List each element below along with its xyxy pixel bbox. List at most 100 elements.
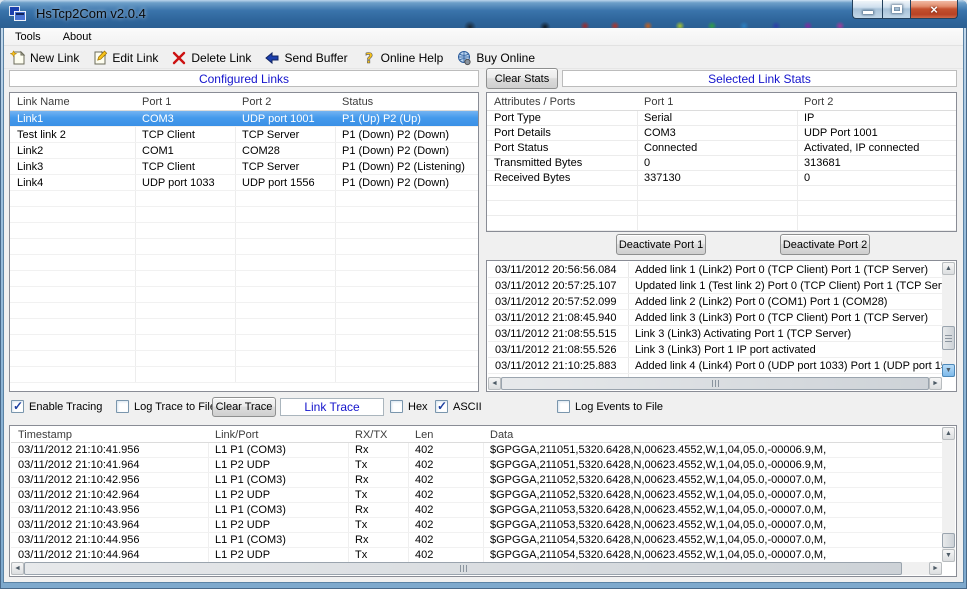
online-help-button[interactable]: ? Online Help	[361, 50, 444, 66]
column-header[interactable]: Link Name	[10, 96, 135, 108]
cell: 337130	[637, 172, 797, 184]
column-header[interactable]: Port 1	[637, 96, 797, 108]
menu-about[interactable]: About	[59, 30, 96, 44]
link-row[interactable]: Test link 2TCP ClientTCP ServerP1 (Down)…	[10, 127, 478, 143]
trace-row[interactable]: 03/11/2012 21:10:41.964L1 P2 UDPTx402$GP…	[11, 458, 942, 473]
link-row[interactable]: Link1COM3UDP port 1001P1 (Up) P2 (Up)	[10, 111, 478, 127]
event-row[interactable]: 03/11/2012 20:57:52.099Added link 2 (Lin…	[488, 294, 942, 310]
ascii-checkbox[interactable]	[435, 400, 448, 413]
column-header[interactable]: Len	[408, 429, 483, 441]
scroll-right-button[interactable]: ►	[929, 377, 942, 390]
column-header[interactable]: Timestamp	[11, 429, 208, 441]
menu-tools[interactable]: Tools	[11, 30, 45, 44]
cell: TCP Client	[135, 129, 235, 141]
cell: Serial	[637, 112, 797, 124]
scroll-thumb[interactable]	[942, 533, 955, 548]
trace-vertical-scrollbar[interactable]: ▲ ▼	[942, 427, 955, 562]
deactivate-port1-button[interactable]: Deactivate Port 1	[616, 234, 706, 255]
cell: Link1	[10, 113, 135, 125]
trace-row[interactable]: 03/11/2012 21:10:43.964L1 P2 UDPTx402$GP…	[11, 518, 942, 533]
cell: Rx	[348, 474, 408, 486]
log-events-checkbox[interactable]	[557, 400, 570, 413]
event-row[interactable]: 03/11/2012 21:10:25.883Added link 4 (Lin…	[488, 358, 942, 374]
event-row[interactable]: 03/11/2012 21:08:45.940Added link 3 (Lin…	[488, 310, 942, 326]
trace-row[interactable]: 03/11/2012 21:10:42.964L1 P2 UDPTx402$GP…	[11, 488, 942, 503]
selected-link-stats-header: Selected Link Stats	[562, 70, 957, 87]
cell: L1 P2 UDP	[208, 459, 348, 471]
scroll-thumb[interactable]	[942, 326, 955, 350]
column-header[interactable]: Port 1	[135, 96, 235, 108]
scroll-up-button[interactable]: ▲	[942, 262, 955, 275]
trace-horizontal-scrollbar[interactable]: ◄ ►	[11, 562, 942, 575]
close-button[interactable]: ×	[911, 0, 958, 19]
hex-checkbox[interactable]	[390, 400, 403, 413]
column-header[interactable]: Data	[483, 429, 942, 441]
stats-row[interactable]: Port StatusConnectedActivated, IP connec…	[487, 141, 956, 156]
scroll-up-button[interactable]: ▲	[942, 427, 955, 440]
ascii-option[interactable]: ASCII	[435, 400, 482, 413]
clear-trace-button[interactable]: Clear Trace	[212, 397, 276, 417]
trace-row[interactable]: 03/11/2012 21:10:44.956L1 P1 (COM3)Rx402…	[11, 533, 942, 548]
scroll-down-button[interactable]: ▼	[942, 364, 955, 377]
maximize-button[interactable]	[882, 0, 911, 19]
buy-online-button[interactable]: Buy Online	[456, 50, 535, 66]
log-trace-checkbox[interactable]	[116, 400, 129, 413]
scroll-thumb[interactable]	[501, 377, 929, 390]
enable-tracing-option[interactable]: Enable Tracing	[11, 400, 102, 413]
deactivate-port2-button[interactable]: Deactivate Port 2	[780, 234, 870, 255]
cell: 402	[408, 519, 483, 531]
scroll-down-button[interactable]: ▼	[942, 549, 955, 562]
stats-row[interactable]: Port TypeSerialIP	[487, 111, 956, 126]
column-header[interactable]: Status	[335, 96, 478, 108]
hex-option[interactable]: Hex	[390, 400, 428, 413]
title-bar[interactable]: HsTcp2Com v2.0.4 ×	[0, 0, 967, 28]
trace-row[interactable]: 03/11/2012 21:10:41.956L1 P1 (COM3)Rx402…	[11, 443, 942, 458]
scroll-thumb[interactable]	[24, 562, 902, 575]
column-header[interactable]: Link/Port	[208, 429, 348, 441]
edit-link-button[interactable]: Edit Link	[92, 50, 158, 66]
cell: L1 P2 UDP	[208, 519, 348, 531]
trace-row[interactable]: 03/11/2012 21:10:44.964L1 P2 UDPTx402$GP…	[11, 548, 942, 563]
new-link-button[interactable]: New Link	[10, 50, 79, 66]
cell: Port Status	[487, 142, 637, 154]
send-buffer-button[interactable]: Send Buffer	[264, 50, 347, 66]
event-log-horizontal-scrollbar[interactable]: ◄ ►	[488, 377, 942, 390]
cell: 03/11/2012 21:10:44.964	[11, 549, 208, 561]
maximize-icon	[892, 5, 902, 13]
minimize-button[interactable]	[852, 0, 882, 19]
scroll-left-button[interactable]: ◄	[488, 377, 501, 390]
event-row[interactable]: 03/11/2012 21:08:55.515Link 3 (Link3) Ac…	[488, 326, 942, 342]
cell: Rx	[348, 504, 408, 516]
cell: 0	[797, 172, 956, 184]
stats-row[interactable]: Transmitted Bytes0313681	[487, 156, 956, 171]
column-header[interactable]: Port 2	[797, 96, 956, 108]
cell: Tx	[348, 519, 408, 531]
enable-tracing-checkbox[interactable]	[11, 400, 24, 413]
cell: COM3	[135, 113, 235, 125]
event-row[interactable]: 03/11/2012 20:57:25.107Updated link 1 (T…	[488, 278, 942, 294]
log-trace-option[interactable]: Log Trace to File	[116, 400, 216, 413]
trace-row[interactable]: 03/11/2012 21:10:42.956L1 P1 (COM3)Rx402…	[11, 473, 942, 488]
column-header[interactable]: RX/TX	[348, 429, 408, 441]
cell: 03/11/2012 21:08:55.515	[488, 328, 628, 340]
event-row[interactable]: 03/11/2012 20:56:56.084Added link 1 (Lin…	[488, 262, 942, 278]
link-row[interactable]: Link2COM1COM28P1 (Down) P2 (Down)	[10, 143, 478, 159]
scroll-left-button[interactable]: ◄	[11, 562, 24, 575]
log-events-option[interactable]: Log Events to File	[557, 400, 663, 413]
column-header[interactable]: Attributes / Ports	[487, 96, 637, 108]
cell: Added link 4 (Link4) Port 0 (UDP port 10…	[628, 360, 942, 372]
stats-row[interactable]: Port DetailsCOM3UDP Port 1001	[487, 126, 956, 141]
link-row[interactable]: Link3TCP ClientTCP ServerP1 (Down) P2 (L…	[10, 159, 478, 175]
event-row[interactable]: 03/11/2012 21:08:55.526Link 3 (Link3) Po…	[488, 342, 942, 358]
scroll-right-button[interactable]: ►	[929, 562, 942, 575]
delete-link-button[interactable]: Delete Link	[171, 50, 251, 66]
column-header[interactable]: Port 2	[235, 96, 335, 108]
stats-row[interactable]: Received Bytes3371300	[487, 171, 956, 186]
trace-row[interactable]: 03/11/2012 21:10:43.956L1 P1 (COM3)Rx402…	[11, 503, 942, 518]
app-icon[interactable]	[9, 6, 26, 22]
clear-stats-button[interactable]: Clear Stats	[486, 68, 558, 89]
event-log-vertical-scrollbar[interactable]: ▲ ▼	[942, 262, 955, 377]
link-row[interactable]: Link4UDP port 1033UDP port 1556P1 (Down)…	[10, 175, 478, 191]
cell: Tx	[348, 459, 408, 471]
cell: UDP port 1033	[135, 177, 235, 189]
